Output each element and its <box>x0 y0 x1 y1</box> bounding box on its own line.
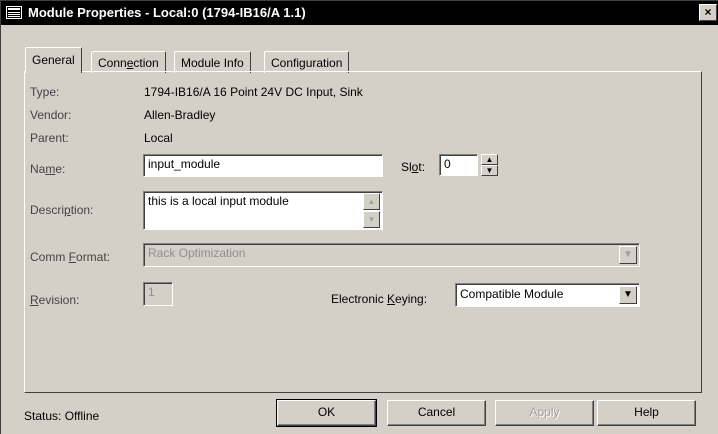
module-properties-dialog: Module Properties - Local:0 (1794-IB16/A… <box>0 0 718 434</box>
apply-button[interactable]: Apply <box>495 400 594 426</box>
tab-connection-label-pre: Conn <box>98 56 127 70</box>
status-text: Status: Offline <box>24 409 99 423</box>
tab-configuration-label: Configuration <box>271 56 343 70</box>
window-icon <box>6 6 22 19</box>
close-button[interactable]: × <box>699 4 717 21</box>
title-bar[interactable]: Module Properties - Local:0 (1794-IB16/A… <box>1 1 718 25</box>
tab-module-info[interactable]: Module Info <box>174 51 251 73</box>
window-title: Module Properties - Local:0 (1794-IB16/A… <box>28 5 306 20</box>
tab-module-info-label: Module Info <box>181 56 244 70</box>
tab-connection-label-post: ction <box>133 56 159 70</box>
help-button[interactable]: Help <box>597 400 696 426</box>
status-label: Status: <box>24 409 62 423</box>
cancel-button[interactable]: Cancel <box>387 400 486 426</box>
tab-general[interactable]: General <box>25 47 82 73</box>
ok-button[interactable]: OK <box>276 399 377 427</box>
tab-configuration[interactable]: Configuration <box>264 51 350 73</box>
tab-connection[interactable]: Connection <box>91 51 166 73</box>
tab-general-label: General <box>32 53 75 67</box>
status-value: Offline <box>64 409 100 423</box>
general-tab-panel <box>24 71 702 393</box>
